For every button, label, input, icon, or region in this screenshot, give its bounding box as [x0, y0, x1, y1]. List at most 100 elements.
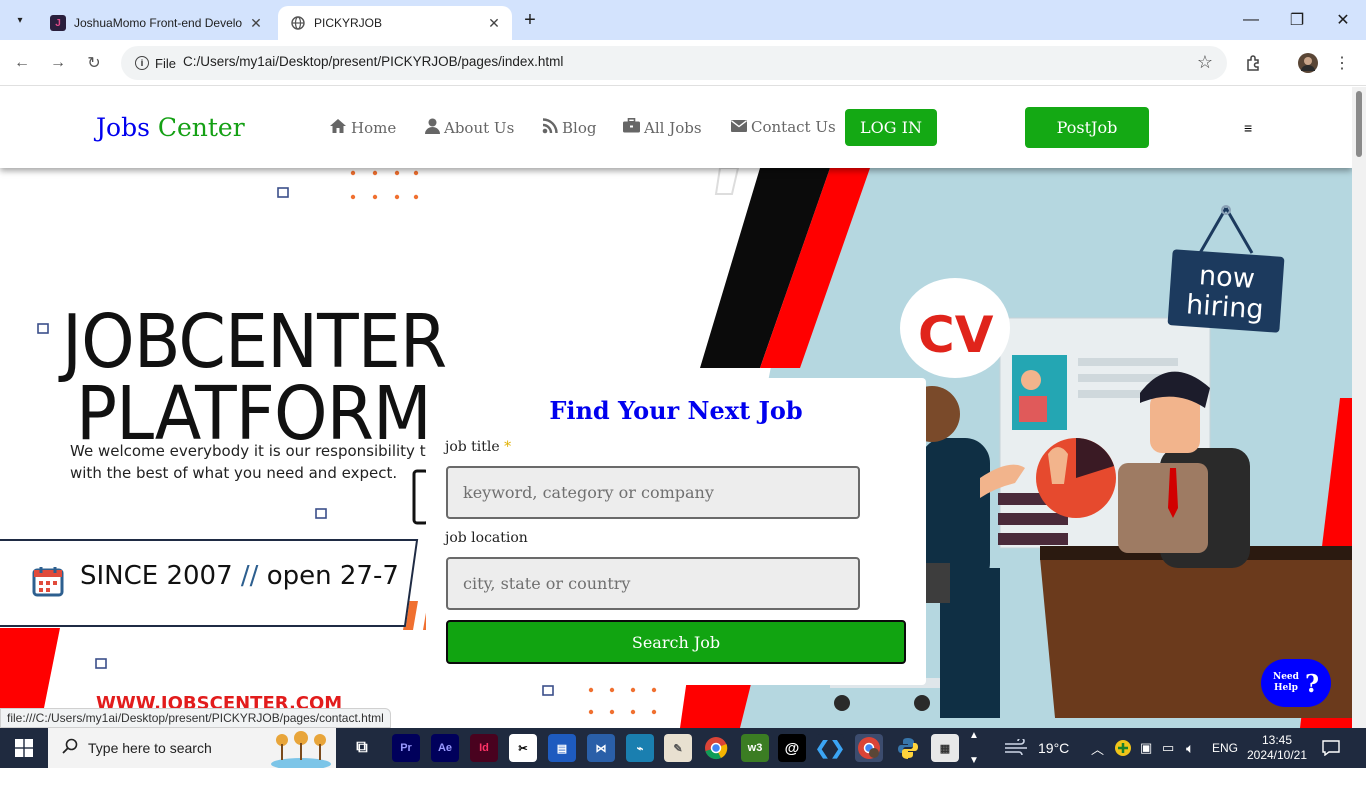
logo-part-jobs: Jobs: [96, 113, 150, 142]
after-effects-icon[interactable]: Ae: [431, 734, 459, 762]
language-indicator[interactable]: ENG: [1212, 728, 1238, 768]
link-status-bar: file:///C:/Users/my1ai/Desktop/present/P…: [0, 708, 391, 728]
taskbar-search-placeholder: Type here to search: [88, 740, 212, 756]
nav-about-label: About Us: [444, 119, 515, 137]
hero-title-line2: PLATFORM: [76, 371, 432, 457]
nav-contact[interactable]: Contact Us: [731, 118, 836, 136]
job-title-input[interactable]: [446, 466, 860, 519]
post-job-button[interactable]: PostJob: [1025, 107, 1149, 148]
need-help-line1: Need: [1272, 672, 1299, 682]
job-location-input[interactable]: [446, 557, 860, 610]
envelope-icon: [731, 118, 747, 136]
new-tab-button[interactable]: +: [518, 8, 542, 32]
hero-subtitle-line2: with the best of what you need and expec…: [70, 464, 398, 482]
clock-time: 13:45: [1261, 733, 1293, 747]
browser-menu-icon[interactable]: ⋮: [1330, 51, 1354, 75]
code-tool-icon[interactable]: ⌁: [626, 734, 654, 762]
site-info-label: File: [155, 55, 176, 71]
task-view-icon[interactable]: ⧉: [348, 734, 376, 762]
minimize-window-button[interactable]: —: [1228, 0, 1274, 40]
battery-icon[interactable]: ▭: [1162, 728, 1174, 768]
device-icon[interactable]: ▣: [1140, 728, 1152, 768]
slash-divider: //: [240, 561, 259, 591]
reload-icon[interactable]: ↻: [80, 49, 108, 77]
threads-icon[interactable]: @: [778, 734, 806, 762]
tab-title: PICKYRJOB: [314, 16, 383, 30]
need-help-button[interactable]: Need Help ?: [1261, 659, 1331, 707]
job-location-label: job location: [445, 530, 528, 546]
nav-home-label: Home: [351, 119, 397, 137]
network-tool-icon[interactable]: ⋈: [587, 734, 615, 762]
briefcase-icon: [623, 118, 640, 137]
cv-label: CV: [918, 306, 994, 364]
logo-part-center: Center: [157, 113, 245, 142]
vscode-icon[interactable]: ❮❯: [815, 734, 845, 762]
browser-tab-strip: ▾ J JoshuaMomo Front-end Develo ✕ PICKYR…: [0, 0, 1366, 40]
web-page: Jobs Center Home About Us Blog All Jobs …: [0, 87, 1352, 728]
forward-arrow-icon[interactable]: →: [44, 49, 72, 77]
chevron-up-icon[interactable]: ▲: [969, 730, 979, 741]
scrollbar-thumb[interactable]: [1356, 91, 1362, 157]
site-logo[interactable]: Jobs Center: [96, 113, 245, 142]
chrome-icon[interactable]: [702, 734, 730, 762]
rss-icon: [542, 118, 558, 138]
bookmark-star-icon[interactable]: ☆: [1197, 52, 1213, 73]
page-scrollbar[interactable]: [1352, 87, 1366, 728]
hero-subtitle-line1: We welcome everybody it is our responsib…: [70, 442, 450, 460]
notepad-icon[interactable]: ▦: [931, 734, 959, 762]
nav-blog[interactable]: Blog: [542, 118, 596, 138]
restore-window-button[interactable]: ❐: [1274, 0, 1320, 40]
tab-search-button[interactable]: ▾: [8, 8, 32, 32]
address-bar[interactable]: i File C:/Users/my1ai/Desktop/present/PI…: [121, 46, 1227, 80]
clock[interactable]: 13:45 2024/10/21: [1246, 728, 1308, 768]
nav-all-jobs[interactable]: All Jobs: [623, 118, 702, 137]
close-tab-icon[interactable]: ✕: [484, 13, 504, 33]
close-tab-icon[interactable]: ✕: [246, 13, 266, 33]
now-hiring-line2: hiring: [1185, 289, 1264, 325]
login-button[interactable]: LOG IN: [845, 109, 937, 146]
joshuamomo-favicon-icon: J: [50, 15, 66, 31]
nav-blog-label: Blog: [562, 119, 597, 137]
profile-avatar[interactable]: [1296, 51, 1320, 75]
site-info-chip[interactable]: i File: [127, 51, 184, 75]
screen-bottom-margin: [0, 768, 1366, 805]
question-mark-icon: ?: [1304, 668, 1320, 698]
nav-contact-label: Contact Us: [751, 118, 836, 136]
hero-banner: CV now hiring JOBCENTER PLATFORM We welc…: [0, 168, 1352, 728]
job-title-label: job title *: [445, 439, 511, 455]
capcut-icon[interactable]: ✂: [509, 734, 537, 762]
taskbar-search-box[interactable]: Type here to search: [48, 728, 336, 770]
search-card-title: Find Your Next Job: [549, 396, 803, 425]
required-mark: *: [504, 439, 512, 455]
w3schools-icon[interactable]: w3: [741, 734, 769, 762]
browser-tab-pickyrjob[interactable]: PICKYRJOB ✕: [278, 6, 512, 40]
nav-about[interactable]: About Us: [425, 118, 514, 138]
taskbar-overflow-scroll[interactable]: ▲ ▼: [967, 730, 981, 766]
python-icon[interactable]: [894, 734, 922, 762]
volume-icon[interactable]: 🔈︎: [1186, 728, 1194, 768]
url-text[interactable]: C:/Users/my1ai/Desktop/present/PICKYRJOB…: [183, 54, 563, 69]
file-explorer-icon[interactable]: ▤: [548, 734, 576, 762]
show-hidden-icons-chevron-icon[interactable]: ︿: [1091, 728, 1104, 768]
search-job-button[interactable]: Search Job: [446, 620, 906, 664]
paint-icon[interactable]: ✎: [664, 734, 692, 762]
chrome-profile-icon[interactable]: [855, 734, 883, 762]
nav-home[interactable]: Home: [329, 118, 396, 138]
notifications-icon[interactable]: [1322, 728, 1340, 768]
premiere-pro-icon[interactable]: Pr: [392, 734, 420, 762]
since-text: SINCE 2007 // open 27-7: [80, 561, 399, 591]
browser-toolbar: ← → ↻ i File C:/Users/my1ai/Desktop/pres…: [0, 40, 1366, 86]
user-icon: [425, 118, 440, 138]
back-arrow-icon[interactable]: ←: [8, 49, 36, 77]
windows-start-icon[interactable]: [0, 728, 48, 768]
hamburger-menu-icon[interactable]: ≡: [1244, 120, 1252, 136]
extensions-icon[interactable]: [1242, 51, 1266, 75]
chevron-down-icon[interactable]: ▼: [969, 755, 979, 766]
job-search-card: Find Your Next Job job title * job locat…: [426, 378, 926, 685]
weather-widget[interactable]: 19°C: [1004, 728, 1069, 768]
job-title-label-text: job title: [445, 439, 500, 455]
tray-app-green-icon[interactable]: [1114, 728, 1132, 768]
close-window-button[interactable]: ✕: [1320, 0, 1366, 40]
indesign-icon[interactable]: Id: [470, 734, 498, 762]
browser-tab-joshuamomo[interactable]: J JoshuaMomo Front-end Develo ✕: [38, 6, 274, 40]
